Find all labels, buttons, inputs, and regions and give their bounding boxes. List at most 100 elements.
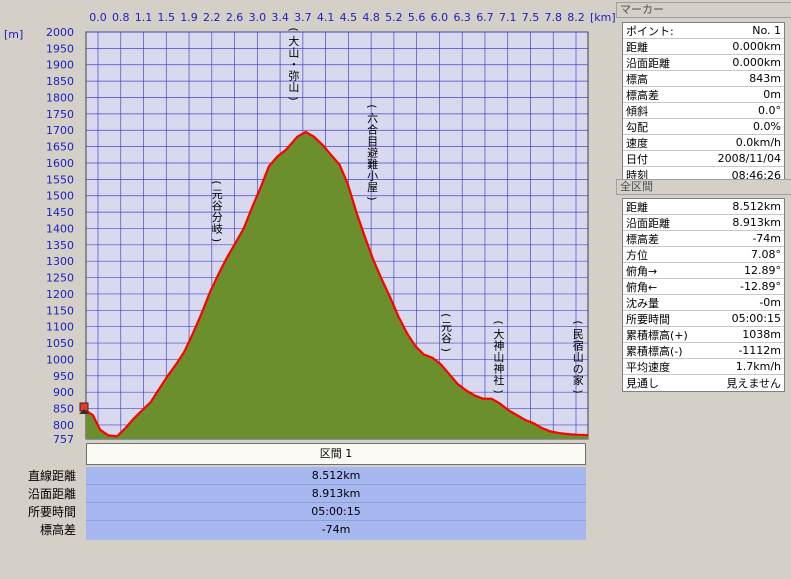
section-row: 沿面距離 8.913km xyxy=(623,215,784,231)
summary-value: 8.913km xyxy=(86,485,586,503)
summary-label: 標高差 xyxy=(39,523,76,537)
annotation-char: 社 xyxy=(493,373,504,387)
y-tick-label: 850 xyxy=(53,403,74,416)
y-tick-labels: 757800 850 900 950 1000 1050 1100 1150 1200 1250 1… xyxy=(46,26,74,443)
marker-row: ポイント: No. 1 xyxy=(623,23,784,39)
annotation-char: ) xyxy=(287,96,300,100)
x-tick-label: 0.0 xyxy=(89,11,107,24)
x-tick-label: 1.5 xyxy=(158,11,176,24)
x-tick-label: 5.2 xyxy=(385,11,403,24)
y-tick-label: 800 xyxy=(53,419,74,432)
y-tick-label: 1700 xyxy=(46,124,74,137)
x-tick-label: 4.1 xyxy=(317,11,335,24)
marker-row: 日付 2008/11/04 xyxy=(623,151,784,167)
annotation-char: ( xyxy=(366,104,379,108)
section-row: 俯角→ 12.89° xyxy=(623,263,784,279)
section-row: 距離 8.512km xyxy=(623,199,784,215)
summary-value: 8.512km xyxy=(86,467,586,485)
section-all-table: 距離 8.512km 沿面距離 8.913km 標高差 -74m 方位 7.08° 俯角… xyxy=(622,198,785,392)
y-unit-label: [m] xyxy=(4,28,23,41)
x-tick-label: 1.9 xyxy=(180,11,198,24)
y-tick-label: 950 xyxy=(53,370,74,383)
summary-value: 05:00:15 xyxy=(86,503,586,521)
y-tick-label: 1200 xyxy=(46,288,74,301)
section-row: 累積標高(-) -1112m xyxy=(623,343,784,359)
annotation-label: (大山・弥山) xyxy=(287,27,300,100)
section-row: 見通し 見えません xyxy=(626,377,781,390)
section-row: 標高差 -74m xyxy=(623,231,784,247)
section-all-title: 全区間 xyxy=(616,179,791,195)
marker-row: 沿面距離 0.000km xyxy=(623,55,784,71)
marker-row: 傾斜 0.0° xyxy=(623,103,784,119)
y-tick-label: 1750 xyxy=(46,108,74,121)
annotation-label: (六合目避難小屋) xyxy=(366,104,379,200)
y-tick-label: 1250 xyxy=(46,272,74,285)
summary-label: 沿面距離 xyxy=(27,487,76,501)
x-unit-label: [km] xyxy=(590,11,616,24)
marker-row: 勾配 0.0% xyxy=(623,119,784,135)
y-tick-label: 1000 xyxy=(46,353,74,366)
annotation-char: 屋 xyxy=(367,181,378,194)
annotation-char: ( xyxy=(210,180,223,184)
summary-values: 8.512km 8.913km 05:00:15 -74m xyxy=(86,467,586,540)
x-tick-label: 7.5 xyxy=(522,11,540,24)
x-tick-label: 6.7 xyxy=(476,11,494,24)
x-tick-label: 6.3 xyxy=(453,11,471,24)
x-tick-label: 0.8 xyxy=(112,11,130,24)
y-tick-label: 1900 xyxy=(46,59,74,72)
annotation-char: 岐 xyxy=(212,223,223,236)
summary-label: 直線距離 xyxy=(27,469,76,483)
y-tick-label: 1500 xyxy=(46,190,74,203)
y-tick-label: 1600 xyxy=(46,157,74,170)
annotation-char: ) xyxy=(210,238,223,242)
annotation-char: ) xyxy=(492,389,505,393)
annotation-char: ( xyxy=(492,320,505,324)
section-row: 俯角← -12.89° xyxy=(623,279,784,295)
annotation-label: (大神山神社) xyxy=(492,320,505,393)
marker-row: 距離 0.000km xyxy=(623,39,784,55)
y-tick-label: 1050 xyxy=(46,337,74,350)
marker-row: 標高 843m xyxy=(623,71,784,87)
section-row: 所要時間 05:00:15 xyxy=(623,311,784,327)
y-tick-label: 1800 xyxy=(46,91,74,104)
section-row: 平均速度 1.7km/h xyxy=(623,359,784,375)
y-tick-label: 1100 xyxy=(46,321,74,334)
annotation-char: ( xyxy=(439,313,452,317)
annotation-char: ) xyxy=(439,348,452,352)
y-tick-label: 1300 xyxy=(46,255,74,268)
annotation-char: 谷 xyxy=(441,332,452,345)
y-tick-label: 1650 xyxy=(46,141,74,154)
annotation-label: (元谷分岐) xyxy=(210,180,223,242)
x-tick-label: 1.1 xyxy=(135,11,153,24)
y-tick-label: 1450 xyxy=(46,206,74,219)
x-tick-label: 6.0 xyxy=(431,11,449,24)
x-tick-label: 7.1 xyxy=(499,11,517,24)
y-tick-label: 1150 xyxy=(46,304,74,317)
y-tick-label: 1850 xyxy=(46,75,74,88)
elevation-chart: 0.0 0.8 1.1 1.5 1.9 2.2 2.6 3.0 3.4 3.7 4.1 4.5 4.8 5… xyxy=(4,11,616,443)
marker-row: 標高差 0m xyxy=(623,87,784,103)
x-tick-label: 3.0 xyxy=(249,11,267,24)
section-row: 沈み量 -0m xyxy=(623,295,784,311)
y-tick-label: 1400 xyxy=(46,222,74,235)
x-tick-label: 8.2 xyxy=(567,11,585,24)
section-row: 累積標高(+) 1038m xyxy=(623,327,784,343)
annotation-char: ( xyxy=(287,27,300,31)
x-tick-label: 7.8 xyxy=(544,11,562,24)
y-tick-label: 1550 xyxy=(46,173,74,186)
annotation-char: 家 xyxy=(573,373,584,387)
summary-label: 所要時間 xyxy=(27,505,76,519)
y-tick-label: 1350 xyxy=(46,239,74,252)
annotation-char: ) xyxy=(366,196,379,200)
x-tick-label: 3.7 xyxy=(294,11,312,24)
annotation-char: 山 xyxy=(288,81,299,94)
marker-row: 速度 0.0km/h xyxy=(623,135,784,151)
x-tick-label: 2.2 xyxy=(203,11,221,24)
annotation-char: ( xyxy=(571,320,584,324)
section-row: 方位 7.08° xyxy=(623,247,784,263)
y-tick-label: 900 xyxy=(53,386,74,399)
y-tick-label: 2000 xyxy=(46,26,74,39)
section-1-header[interactable]: 区間 1 xyxy=(86,443,586,465)
marker-panel-title: マーカー xyxy=(616,2,791,18)
annotation-label: (民宿山の家) xyxy=(571,320,584,393)
